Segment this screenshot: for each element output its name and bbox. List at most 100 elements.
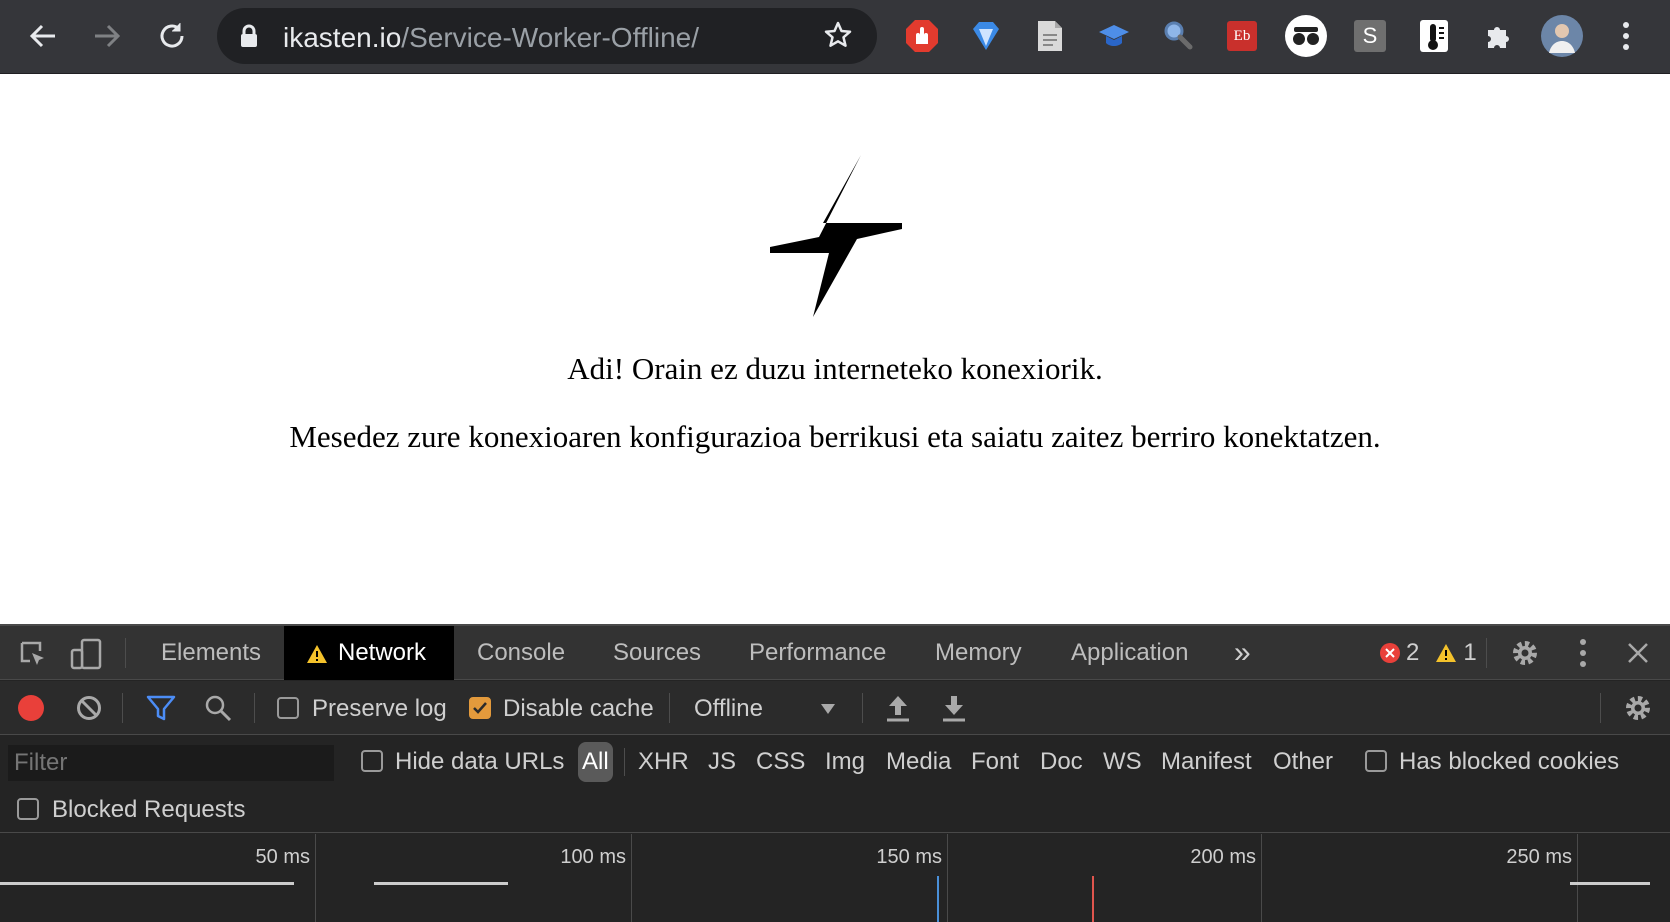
tab-memory[interactable]: Memory: [923, 626, 1034, 680]
export-har-icon[interactable]: [941, 693, 967, 723]
has-blocked-cookies-checkbox[interactable]: [1365, 750, 1387, 772]
profile-button[interactable]: [1540, 14, 1584, 58]
extensions-menu-button[interactable]: [1476, 14, 1520, 58]
checkmark-icon: [473, 702, 487, 714]
timeline-overview[interactable]: 50 ms 100 ms 150 ms 200 ms 250 ms: [0, 834, 1670, 922]
tab-memory-label: Memory: [935, 639, 1022, 666]
filter-type-other[interactable]: Other: [1269, 742, 1337, 782]
timeline-tick-label: 100 ms: [560, 846, 626, 868]
inspect-element-icon[interactable]: [18, 639, 48, 669]
s-extension-button[interactable]: S: [1348, 14, 1392, 58]
throttling-select[interactable]: Offline: [694, 689, 844, 727]
issues-counter[interactable]: 2 1: [1380, 639, 1477, 667]
throttling-value: Offline: [694, 695, 763, 722]
timeline-gridline: [1261, 834, 1262, 922]
filter-type-css[interactable]: CSS: [752, 742, 809, 782]
kebab-menu-icon: [1623, 22, 1629, 50]
diamond-icon: [973, 22, 999, 50]
tab-elements[interactable]: Elements: [149, 626, 273, 680]
tab-sources[interactable]: Sources: [601, 626, 713, 680]
error-badge-icon: [1380, 643, 1400, 663]
import-har-icon[interactable]: [885, 693, 911, 723]
forward-button[interactable]: [85, 14, 129, 58]
ublock-extension-button[interactable]: [900, 14, 944, 58]
tab-console[interactable]: Console: [465, 626, 577, 680]
tab-application-label: Application: [1071, 639, 1189, 666]
thermometer-icon: [1420, 20, 1448, 52]
request-bar: [0, 882, 294, 885]
filter-type-doc[interactable]: Doc: [1036, 742, 1087, 782]
clear-icon[interactable]: [76, 695, 102, 721]
timeline-tick-label: 50 ms: [255, 846, 310, 868]
magnifier-extension-button[interactable]: [1156, 14, 1200, 58]
blocked-requests-checkbox[interactable]: [17, 798, 39, 820]
tab-separator: [125, 638, 126, 668]
browser-menu-button[interactable]: [1604, 14, 1648, 58]
filter-type-ws[interactable]: WS: [1099, 742, 1146, 782]
toolbar-separator: [254, 693, 255, 723]
chevron-down-icon: [821, 704, 835, 714]
document-extension-button[interactable]: [1028, 14, 1072, 58]
document-icon: [1038, 21, 1062, 51]
filter-type-media[interactable]: Media: [882, 742, 955, 782]
record-icon[interactable]: [18, 695, 44, 721]
tab-elements-label: Elements: [161, 639, 262, 666]
filter-type-img[interactable]: Img: [821, 742, 869, 782]
preserve-log-checkbox[interactable]: [277, 697, 299, 719]
filter-input[interactable]: [8, 745, 334, 781]
search-icon[interactable]: [204, 694, 232, 722]
device-toolbar-icon[interactable]: [70, 638, 104, 670]
warning-icon: [307, 645, 327, 663]
address-bar[interactable]: ikasten.io/Service-Worker-Offline/: [217, 8, 877, 64]
toolbar-separator: [1600, 693, 1601, 723]
offline-heading: Adi! Orain ez duzu interneteko konexiori…: [567, 351, 1103, 386]
url-path: /Service-Worker-Offline/: [401, 22, 700, 53]
preserve-log-label: Preserve log: [312, 695, 447, 722]
thermometer-extension-button[interactable]: [1412, 14, 1456, 58]
filter-type-xhr[interactable]: XHR: [634, 742, 693, 782]
eyes-extension-button[interactable]: [1284, 14, 1328, 58]
devtools-panel: Elements Network Console Sources Perform…: [0, 624, 1670, 922]
devtools-tab-bar: Elements Network Console Sources Perform…: [0, 626, 1670, 680]
graduation-extension-button[interactable]: [1092, 14, 1136, 58]
filter-type-font[interactable]: Font: [967, 742, 1023, 782]
filter-funnel-icon[interactable]: [146, 695, 176, 721]
magnifier-icon: [1164, 21, 1193, 50]
network-toolbar: Preserve log Disable cache Offline: [0, 681, 1670, 735]
eb-extension-button[interactable]: Eb: [1220, 14, 1264, 58]
tab-separator: [1486, 638, 1487, 668]
warning-badge-icon: [1436, 644, 1457, 662]
puzzle-icon: [1488, 27, 1509, 48]
settings-gear-icon[interactable]: [1510, 638, 1540, 668]
hide-data-urls-checkbox[interactable]: [361, 750, 383, 772]
warning-count: 1: [1463, 639, 1477, 666]
back-button[interactable]: [21, 14, 65, 58]
devtools-menu-icon[interactable]: [1578, 638, 1588, 668]
reload-icon: [160, 23, 184, 48]
tab-application[interactable]: Application: [1059, 626, 1200, 680]
lock-icon: [241, 24, 257, 47]
browser-toolbar: ikasten.io/Service-Worker-Offline/ Eb S: [0, 0, 1670, 74]
filter-type-manifest[interactable]: Manifest: [1157, 742, 1256, 782]
network-settings-gear-icon[interactable]: [1623, 693, 1653, 723]
filter-type-all[interactable]: All: [578, 742, 613, 782]
filter-type-js[interactable]: JS: [704, 742, 740, 782]
bookmark-star-icon[interactable]: [823, 20, 853, 50]
disable-cache-checkbox[interactable]: [469, 697, 491, 719]
dom-content-loaded-marker: [937, 876, 939, 922]
timeline-gridline: [315, 834, 316, 922]
more-tabs-button[interactable]: »: [1222, 626, 1263, 680]
lightning-bolt-icon: [770, 155, 902, 317]
tab-network[interactable]: Network: [284, 626, 454, 680]
request-bar: [374, 882, 508, 885]
timeline-tick-label: 250 ms: [1506, 846, 1572, 868]
blocked-requests-label: Blocked Requests: [52, 796, 246, 823]
tab-performance[interactable]: Performance: [737, 626, 898, 680]
forward-arrow-icon: [95, 24, 121, 48]
diamond-extension-button[interactable]: [964, 14, 1008, 58]
close-icon[interactable]: [1626, 641, 1650, 665]
reload-button[interactable]: [150, 14, 194, 58]
request-bar: [1570, 882, 1650, 885]
url-text: ikasten.io/Service-Worker-Offline/: [283, 22, 699, 54]
hide-data-urls-label: Hide data URLs: [395, 748, 565, 775]
